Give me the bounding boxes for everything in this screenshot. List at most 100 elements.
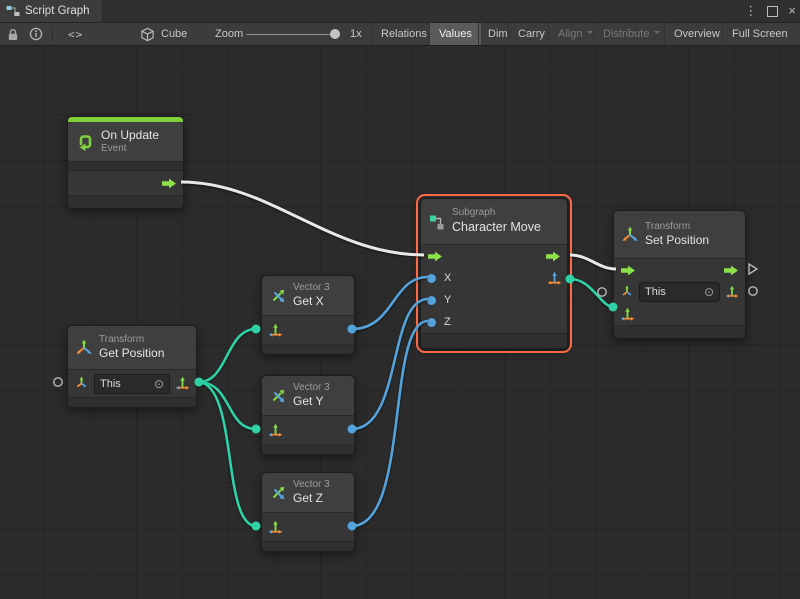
transform-port-icon[interactable]	[74, 376, 89, 391]
wire-onupdate-to-charactermove[interactable]	[181, 182, 424, 255]
target-label: Cube	[161, 28, 187, 40]
vector3-icon	[269, 387, 287, 405]
port-getx-vector-in[interactable]	[252, 325, 261, 334]
node-get-z-header: Vector 3 Get Z	[262, 473, 354, 513]
node-title: Get Y	[293, 394, 330, 409]
node-on-update[interactable]: On Update Event	[67, 116, 184, 209]
relations-button[interactable]: Relations	[371, 23, 436, 45]
node-get-y[interactable]: Vector 3 Get Y	[261, 375, 355, 455]
wire-getposition-to-getz[interactable]	[199, 382, 256, 526]
vector3-port-icon[interactable]	[268, 520, 283, 535]
node-title: Get X	[293, 294, 330, 309]
zoom-value: 1x	[350, 23, 362, 45]
port-y-in[interactable]	[427, 296, 436, 305]
graph-canvas[interactable]: On Update Event	[0, 46, 800, 599]
port-setposition-this-out-unconnected[interactable]	[749, 287, 757, 295]
transform-icon	[75, 339, 93, 357]
tab-title: Script Graph	[25, 5, 90, 17]
node-set-position[interactable]: Transform Set Position	[613, 210, 746, 339]
port-z-label: Z	[444, 316, 451, 328]
wire-charactermove-to-setposition[interactable]	[570, 255, 616, 269]
flow-out-port[interactable]	[545, 251, 561, 262]
character-move-y-row: Y	[421, 289, 567, 311]
node-band	[68, 162, 183, 171]
wire-getposition-to-gety[interactable]	[199, 382, 256, 429]
wire-gety-to-y[interactable]	[352, 299, 428, 429]
flow-in-port[interactable]	[427, 251, 443, 262]
cube-icon	[140, 27, 155, 42]
this-field-value: This	[645, 286, 666, 298]
carry-button[interactable]: Carry	[508, 23, 554, 45]
flow-in-port[interactable]	[620, 265, 636, 276]
wire-getposition-to-getx[interactable]	[199, 329, 256, 382]
node-category: Event	[101, 143, 159, 156]
node-title: Character Move	[452, 220, 541, 236]
node-title: Get Z	[293, 491, 330, 506]
vector3-port-icon[interactable]	[620, 307, 635, 322]
port-y-label: Y	[444, 294, 451, 306]
toolbar-divider	[52, 27, 53, 41]
character-move-z-row: Z	[421, 311, 567, 333]
get-y-port-row	[262, 416, 354, 444]
wire-charactermove-to-setposition-value[interactable]	[570, 279, 613, 307]
port-getz-vector-in[interactable]	[252, 522, 261, 531]
transform-out-port-icon[interactable]	[725, 285, 739, 299]
node-get-position-header: Transform Get Position	[68, 326, 196, 370]
maximize-icon[interactable]	[767, 6, 778, 17]
full-screen-button[interactable]: Full Screen	[722, 23, 797, 45]
values-button[interactable]: Values	[429, 23, 481, 45]
vector3-port-icon[interactable]	[175, 376, 190, 391]
port-z-in[interactable]	[427, 318, 436, 327]
window-menu-icon[interactable]: ⋮	[744, 0, 757, 22]
node-get-x-header: Vector 3 Get X	[262, 276, 354, 316]
flow-out-port[interactable]	[723, 265, 739, 276]
port-getposition-this-in-unconnected[interactable]	[54, 378, 62, 386]
port-x-in[interactable]	[427, 274, 436, 283]
zoom-slider[interactable]	[246, 34, 338, 35]
subgraph-icon	[428, 213, 446, 231]
object-picker-icon[interactable]: ⊙	[704, 286, 714, 298]
transform-port-icon[interactable]	[620, 285, 634, 299]
object-picker-icon[interactable]: ⊙	[154, 378, 164, 390]
script-graph-icon	[6, 5, 20, 17]
tab-script-graph[interactable]: Script Graph	[0, 0, 103, 22]
node-title: On Update	[101, 128, 159, 143]
port-setposition-flow-out-unconnected[interactable]	[749, 264, 757, 274]
vector3-port-icon[interactable]	[268, 323, 283, 338]
target-selector[interactable]: Cube	[140, 23, 187, 45]
node-footer	[68, 397, 196, 407]
vector3-out-port-icon[interactable]	[547, 271, 562, 286]
distribute-button[interactable]: Distribute	[593, 23, 669, 45]
node-category: Vector 3	[293, 282, 330, 295]
node-get-x[interactable]: Vector 3 Get X	[261, 275, 355, 355]
set-position-flow-row	[614, 259, 745, 281]
info-icon[interactable]	[29, 23, 43, 45]
overview-button[interactable]: Overview	[664, 23, 729, 45]
wire-getz-to-z[interactable]	[352, 321, 428, 526]
node-character-move[interactable]: Subgraph Character Move X	[420, 198, 568, 349]
zoom-slider-knob[interactable]	[330, 29, 340, 39]
node-get-position[interactable]: Transform Get Position This ⊙	[67, 325, 197, 408]
port-gety-vector-in[interactable]	[252, 425, 261, 434]
lock-icon[interactable]	[7, 23, 19, 45]
code-icon[interactable]: <>	[68, 23, 83, 45]
vector3-port-icon[interactable]	[268, 423, 283, 438]
close-icon[interactable]: ×	[788, 0, 796, 22]
node-category: Transform	[99, 334, 164, 347]
port-setposition-this-in-unconnected[interactable]	[598, 288, 606, 296]
this-field[interactable]: This ⊙	[94, 374, 170, 394]
node-on-update-header: On Update Event	[68, 122, 183, 162]
node-footer	[614, 325, 745, 338]
wire-getx-to-x[interactable]	[352, 277, 428, 329]
character-move-flow-row	[421, 245, 567, 267]
this-field-value: This	[100, 378, 121, 390]
flow-out-port[interactable]	[161, 178, 177, 189]
on-update-flow-row	[68, 171, 183, 195]
zoom-label: Zoom	[215, 23, 243, 45]
graph-toolbar: <> Cube Zoom 1x Relations Values Dim Car…	[0, 23, 800, 46]
node-footer	[262, 444, 354, 454]
node-get-z[interactable]: Vector 3 Get Z	[261, 472, 355, 552]
port-x-label: X	[444, 272, 451, 284]
this-field[interactable]: This ⊙	[639, 282, 720, 302]
node-title: Get Position	[99, 346, 164, 361]
